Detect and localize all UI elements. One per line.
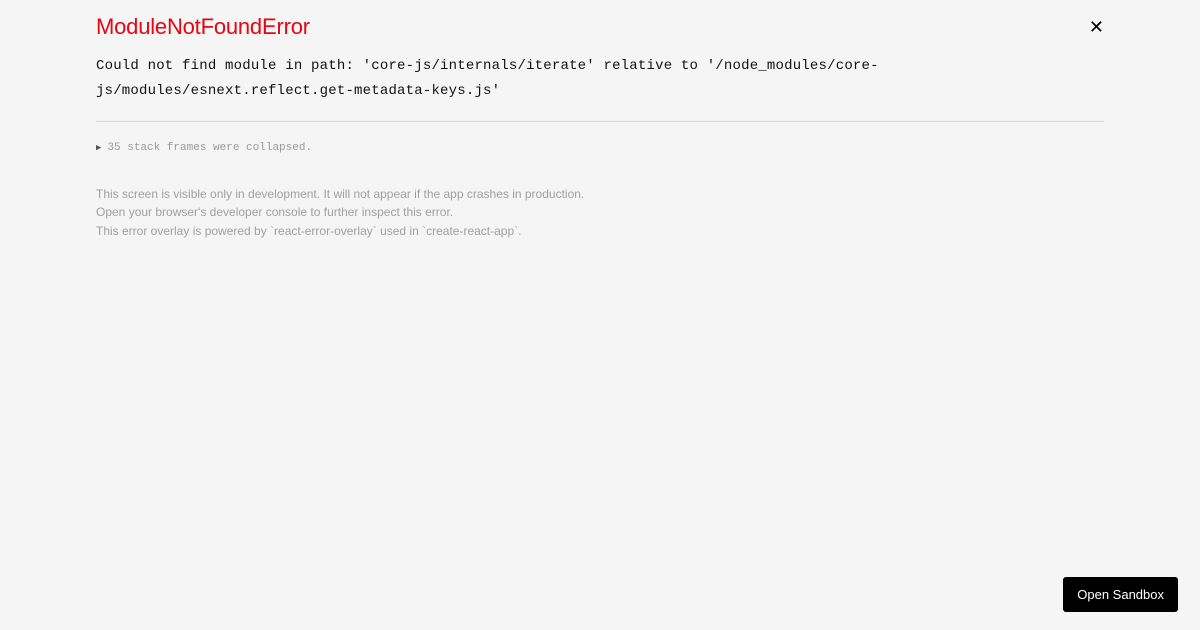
divider [96, 121, 1104, 122]
error-message: Could not find module in path: 'core-js/… [96, 54, 1104, 103]
error-title: ModuleNotFoundError [96, 14, 310, 40]
close-button[interactable]: ✕ [1089, 18, 1104, 36]
stack-toggle-label: 35 stack frames were collapsed. [107, 142, 312, 154]
footer-notes: This screen is visible only in developme… [96, 186, 1104, 240]
close-icon: ✕ [1089, 17, 1104, 37]
footer-line-1: This screen is visible only in developme… [96, 186, 1104, 203]
open-sandbox-button[interactable]: Open Sandbox [1063, 577, 1178, 612]
footer-line-2: Open your browser's developer console to… [96, 204, 1104, 221]
chevron-right-icon: ▶ [96, 143, 101, 153]
stack-frames-toggle[interactable]: ▶ 35 stack frames were collapsed. [96, 142, 312, 154]
footer-line-3: This error overlay is powered by `react-… [96, 223, 1104, 240]
